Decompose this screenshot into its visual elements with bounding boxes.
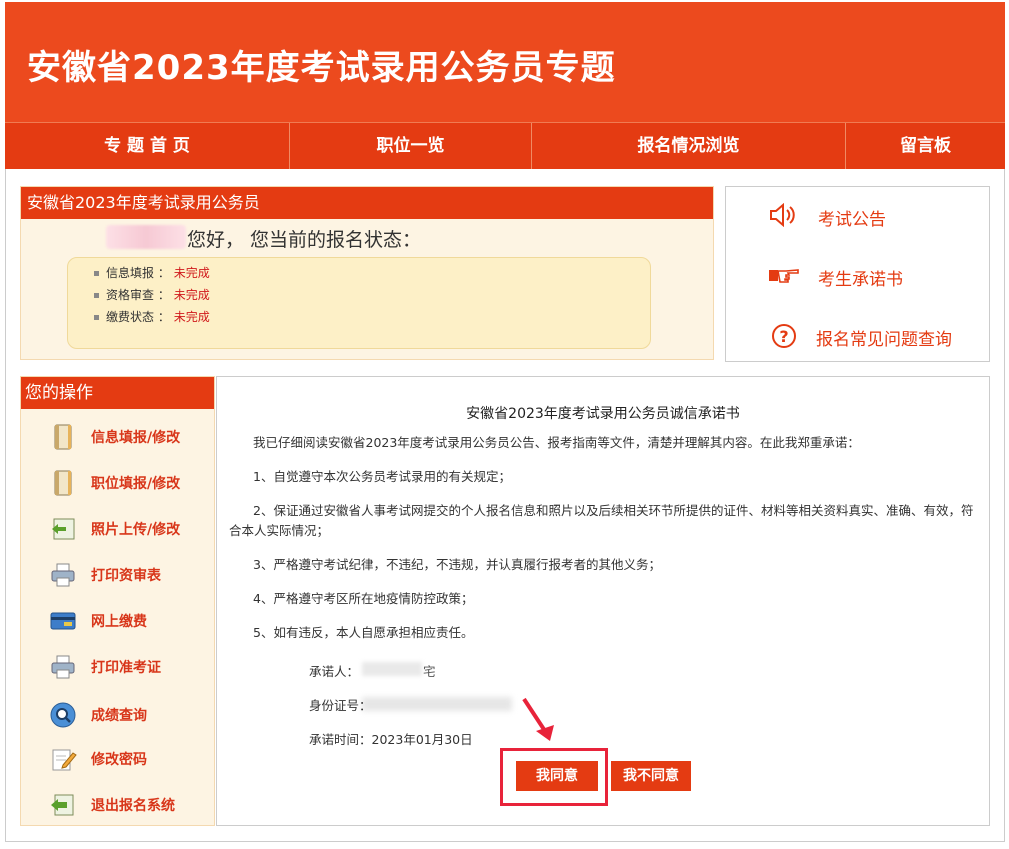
op-score-query[interactable]: 成绩查询 <box>21 697 214 731</box>
status-value: 未完成 <box>173 266 210 280</box>
operations-header: 您的操作 <box>21 377 214 409</box>
pledge-time-value: 2023年01月30日 <box>371 732 473 747</box>
pledge-title: 安徽省2023年度考试录用公务员诚信承诺书 <box>466 406 740 422</box>
op-print-admission[interactable]: 打印准考证 <box>21 649 214 683</box>
op-info-fill[interactable]: 信息填报/修改 <box>21 419 214 453</box>
nav-item-registration-stats[interactable]: 报名情况浏览 <box>532 123 846 169</box>
printer-icon <box>49 561 77 589</box>
op-photo-upload[interactable]: 照片上传/修改 <box>21 511 214 545</box>
status-panel: 安徽省2023年度考试录用公务员 您好， 您当前的报名状态： 信息填报 ： 未完… <box>20 186 714 360</box>
blurred-id-number <box>362 697 512 711</box>
link-faq[interactable]: ? 报名常见问题查询 <box>726 321 989 351</box>
pointing-hand-icon <box>768 263 800 287</box>
signer-value: 宅 <box>423 664 436 679</box>
status-greeting: 您好， 您当前的报名状态： <box>187 229 422 251</box>
magnifier-icon <box>49 701 77 729</box>
notebook-icon <box>49 423 77 451</box>
status-panel-header: 安徽省2023年度考试录用公务员 <box>21 187 713 219</box>
signer-line: 承诺人：宅 <box>309 664 436 679</box>
notebook-icon <box>49 469 77 497</box>
blurred-username <box>106 225 186 249</box>
printer-icon <box>49 653 77 681</box>
speaker-icon <box>768 202 800 228</box>
op-print-review-form[interactable]: 打印资审表 <box>21 557 214 591</box>
status-item-review: 资格审查 ： 未完成 <box>94 284 650 306</box>
operations-sidebar: 您的操作 信息填报/修改 职位填报/修改 照片上传/修改 打印资审表 网上缴费 … <box>20 376 215 826</box>
status-list: 信息填报 ： 未完成 资格审查 ： 未完成 缴费状态 ： 未完成 <box>67 257 651 349</box>
exit-icon <box>49 791 77 819</box>
pledge-item: 1、自觉遵守本次公务员考试录用的有关规定； <box>253 469 511 484</box>
banner: 安徽省2023年度考试录用公务员专题 <box>5 2 1005 122</box>
id-number-line: 身份证号： <box>309 698 372 713</box>
quick-links-panel: 考试公告 考生承诺书 ? 报名常见问题查询 <box>725 186 990 362</box>
pledge-item: 3、严格遵守考试纪律，不违纪，不违规，并认真履行报考者的其他义务； <box>253 557 661 572</box>
op-exit-system[interactable]: 退出报名系统 <box>21 787 214 821</box>
op-position-fill[interactable]: 职位填报/修改 <box>21 465 214 499</box>
status-value: 未完成 <box>173 310 210 324</box>
op-online-payment[interactable]: 网上缴费 <box>21 603 214 637</box>
link-pledge[interactable]: 考生承诺书 <box>726 261 989 291</box>
nav-item-message-board[interactable]: 留言板 <box>846 123 1005 169</box>
disagree-button[interactable]: 我不同意 <box>611 761 691 791</box>
arrow-icon <box>522 697 554 741</box>
main-nav: 专 题 首 页 职位一览 报名情况浏览 留言板 <box>5 122 1005 169</box>
card-icon <box>49 607 77 635</box>
pledge-item: 2、保证通过安徽省人事考试网提交的个人报名信息和照片以及后续相关环节所提供的证件… <box>229 503 974 538</box>
pledge-item: 4、严格遵守考区所在地疫情防控政策； <box>253 591 474 606</box>
banner-title: 安徽省2023年度考试录用公务员专题 <box>27 48 616 88</box>
link-exam-notice[interactable]: 考试公告 <box>726 201 989 231</box>
nav-item-positions[interactable]: 职位一览 <box>290 123 532 169</box>
op-change-password[interactable]: 修改密码 <box>21 741 214 775</box>
status-item-info: 信息填报 ： 未完成 <box>94 262 650 284</box>
pledge-time-line: 承诺时间：2023年01月30日 <box>309 732 473 747</box>
question-icon: ? <box>768 323 800 348</box>
highlight-box <box>500 748 608 806</box>
status-item-payment: 缴费状态 ： 未完成 <box>94 306 650 328</box>
pledge-intro: 我已仔细阅读安徽省2023年度考试录用公务员公告、报考指南等文件，清楚并理解其内… <box>253 435 860 450</box>
nav-item-home[interactable]: 专 题 首 页 <box>5 123 290 169</box>
edit-icon <box>49 745 77 773</box>
photo-upload-icon <box>49 515 77 543</box>
status-value: 未完成 <box>173 288 210 302</box>
svg-text:?: ? <box>779 327 788 346</box>
pledge-item: 5、如有违反，本人自愿承担相应责任。 <box>253 625 474 640</box>
